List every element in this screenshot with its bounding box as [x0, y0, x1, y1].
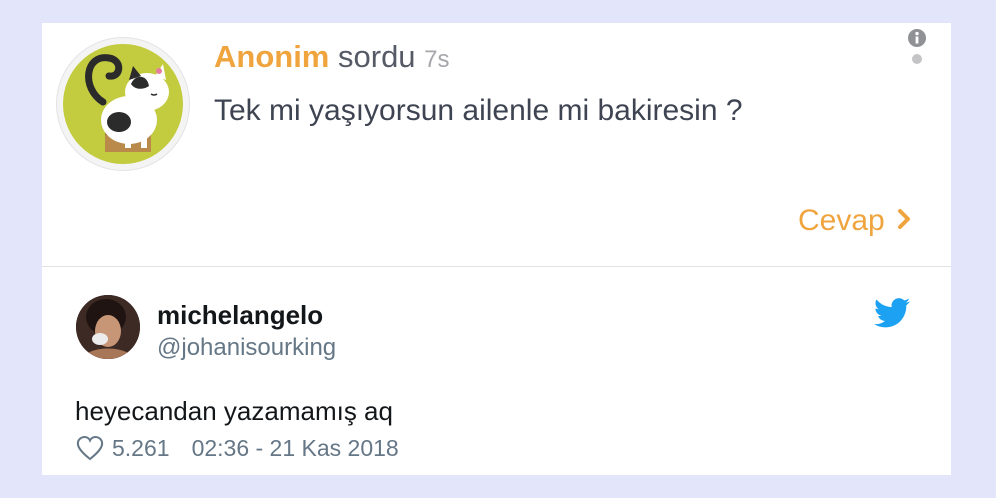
tweet-timestamp[interactable]: 02:36 - 21 Kas 2018 — [192, 433, 399, 463]
answer-button[interactable]: Cevap — [798, 201, 911, 241]
tweet-author-avatar[interactable] — [76, 295, 140, 359]
section-divider — [42, 266, 951, 267]
tweet-author-handle[interactable]: @johanisourking — [157, 333, 336, 363]
card: Anonim sordu 7s Tek mi yaşıyorsun ailenl… — [42, 23, 951, 475]
tweet-text: heyecandan yazamamış aq — [75, 396, 393, 426]
tweet-author-name[interactable]: michelangelo — [157, 299, 323, 331]
question-text: Tek mi yaşıyorsun ailenle mi bakiresin ? — [214, 94, 743, 127]
cat-avatar-icon — [63, 44, 183, 164]
question-header: Anonim sordu 7s — [214, 37, 450, 80]
info-icon[interactable] — [907, 28, 927, 68]
twitter-bird-icon[interactable] — [874, 298, 910, 328]
chevron-right-icon — [897, 208, 911, 235]
asked-verb: sordu — [338, 39, 416, 74]
heart-icon[interactable] — [76, 435, 104, 461]
like-count: 5.261 — [112, 435, 170, 461]
asker-name[interactable]: Anonim — [214, 39, 329, 74]
tweet-meta: 5.261 02:36 - 21 Kas 2018 — [76, 433, 399, 463]
question-time: 7s — [424, 46, 450, 73]
answer-label: Cevap — [798, 204, 885, 237]
asker-avatar[interactable] — [56, 37, 190, 171]
